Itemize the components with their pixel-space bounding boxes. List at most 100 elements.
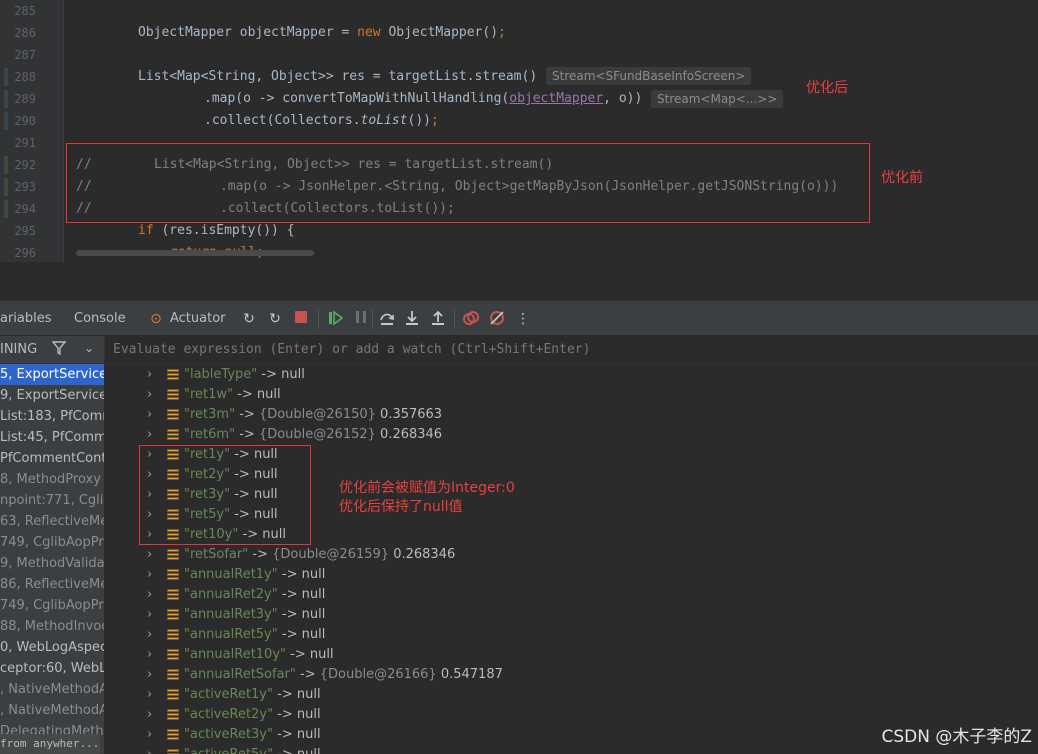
variable-value: 0.357663 — [380, 407, 443, 422]
chevron-right-icon[interactable]: › — [147, 665, 152, 685]
chevron-right-icon[interactable]: › — [147, 705, 152, 725]
stack-frame[interactable]: List:45, PfComme — [0, 427, 104, 448]
chevron-right-icon[interactable]: › — [147, 605, 152, 625]
stack-frame[interactable]: 9, ExportServiceI — [0, 385, 104, 406]
tab-console[interactable]: Console — [74, 301, 126, 337]
view-breakpoints-icon[interactable] — [462, 310, 480, 328]
map-entry-icon — [167, 689, 179, 702]
stack-frame[interactable]: ceptor:60, WebLo — [0, 658, 104, 679]
code-line[interactable]: 287 — [0, 44, 1038, 66]
chevron-right-icon[interactable]: › — [147, 745, 152, 754]
pause-icon[interactable] — [352, 310, 370, 328]
chevron-right-icon[interactable]: › — [147, 725, 152, 745]
code-line[interactable]: 290 .collect(Collectors.toList()); — [0, 110, 1038, 132]
code-line[interactable]: 285 — [0, 0, 1038, 22]
frames-list: 5, ExportServiceI 9, ExportServiceI List:1… — [0, 364, 105, 754]
step-out-icon[interactable] — [429, 310, 447, 328]
code-editor[interactable]: 285 286 ObjectMapper objectMapper = new Ob… — [0, 0, 1038, 262]
variable-type: {Double@26150} — [258, 407, 376, 422]
tab-variables[interactable]: ariables — [0, 301, 52, 337]
stack-frame[interactable]: PfCommentCont — [0, 448, 104, 469]
code-line[interactable]: 289 .map(o -> convertToMapWithNullHandlin… — [0, 88, 1038, 110]
csdn-watermark: CSDN @木子李的Z — [881, 727, 1032, 747]
code-line[interactable]: 288 List<Map<String, Object>> res = targe… — [0, 66, 1038, 88]
chevron-right-icon[interactable]: › — [147, 425, 152, 445]
variable-row[interactable]: › "annualRetSofar" -> {Double@26166} 0.54… — [105, 665, 1038, 685]
map-entry-icon — [167, 749, 179, 754]
variable-row[interactable]: › "annualRet1y" -> null — [105, 565, 1038, 585]
variable-row[interactable]: › "annualRet5y" -> null — [105, 625, 1038, 645]
variable-key: "ret3m" — [184, 407, 236, 422]
step-into-icon[interactable] — [403, 310, 421, 328]
variable-row[interactable]: › "activeRet1y" -> null — [105, 685, 1038, 705]
restart-debug-icon[interactable]: ↻ — [266, 310, 284, 328]
chevron-right-icon[interactable]: › — [147, 585, 152, 605]
variable-arrow: -> — [277, 707, 293, 722]
code-token: if — [138, 223, 162, 238]
variable-row[interactable]: › "annualRet2y" -> null — [105, 585, 1038, 605]
variable-arrow: -> — [237, 387, 253, 402]
stack-frame[interactable]: 5, ExportServiceI — [0, 364, 104, 385]
toolbar-separator — [454, 309, 455, 329]
variable-row[interactable]: › "annualRet10y" -> null — [105, 645, 1038, 665]
line-number: 287 — [14, 48, 36, 62]
variable-key: "activeRet2y" — [184, 707, 273, 722]
variable-row[interactable]: › "annualRet3y" -> null — [105, 605, 1038, 625]
code-line[interactable]: 295 if (res.isEmpty()) { — [0, 220, 1038, 242]
more-options-icon[interactable]: ⋮ — [514, 310, 532, 328]
variable-text: "activeRet1y" -> null — [184, 685, 321, 705]
step-over-icon[interactable] — [378, 310, 396, 328]
variable-value: null — [309, 647, 334, 662]
toolbar-separator — [318, 309, 319, 329]
stack-frame[interactable]: List:183, PfComm — [0, 406, 104, 427]
horizontal-scrollbar[interactable] — [76, 250, 314, 256]
map-entry-icon — [167, 729, 179, 742]
map-entry-icon — [167, 429, 179, 442]
code-token: ; — [431, 113, 439, 128]
chevron-right-icon[interactable]: › — [147, 685, 152, 705]
variable-value: 0.547187 — [440, 667, 503, 682]
variable-row[interactable]: › "ret3m" -> {Double@26150} 0.357663 — [105, 405, 1038, 425]
chevron-right-icon[interactable]: › — [147, 405, 152, 425]
variable-row[interactable]: › "ret1w" -> null — [105, 385, 1038, 405]
variable-row[interactable]: › "lableType" -> null — [105, 365, 1038, 385]
chevron-down-icon[interactable]: ⌄ — [84, 341, 94, 355]
stack-frame[interactable]: 63, ReflectiveMe — [0, 511, 104, 532]
filter-icon[interactable] — [51, 340, 68, 358]
resume-icon[interactable] — [326, 310, 344, 328]
variable-arrow: -> — [281, 567, 298, 582]
variable-row[interactable]: › "retSofar" -> {Double@26159} 0.268346 — [105, 545, 1038, 565]
tab-actuator[interactable]: Actuator — [170, 301, 226, 337]
chevron-right-icon[interactable]: › — [147, 645, 152, 665]
thread-label[interactable]: INING — [0, 342, 37, 357]
variable-text: "annualRetSofar" -> {Double@26166} 0.547… — [184, 665, 503, 685]
variable-arrow: -> — [281, 627, 298, 642]
stack-frame[interactable]: 8, MethodProxy ( — [0, 469, 104, 490]
variable-arrow: -> — [277, 747, 293, 754]
stack-frame[interactable]: 749, CglibAopPro — [0, 532, 104, 553]
variable-row[interactable]: › "ret6m" -> {Double@26152} 0.268346 — [105, 425, 1038, 445]
mute-breakpoints-icon[interactable] — [488, 310, 506, 328]
code-line[interactable]: 286 ObjectMapper objectMapper = new Objec… — [0, 22, 1038, 44]
stack-frame[interactable]: 749, CglibAopPro — [0, 595, 104, 616]
stack-frame[interactable]: 86, ReflectiveMe — [0, 574, 104, 595]
chevron-right-icon[interactable]: › — [147, 385, 152, 405]
stack-frame[interactable]: 88, MethodInvoca — [0, 616, 104, 637]
stop-icon[interactable] — [292, 310, 310, 328]
chevron-right-icon[interactable]: › — [147, 565, 152, 585]
variable-text: "ret1w" -> null — [184, 385, 281, 405]
evaluate-expression-input[interactable]: Evaluate expression (Enter) or add a wat… — [105, 336, 1038, 364]
chevron-right-icon[interactable]: › — [147, 545, 152, 565]
frames-footer[interactable]: from anywher... — [0, 734, 100, 754]
chevron-right-icon[interactable]: › — [147, 625, 152, 645]
stack-frame[interactable]: 0, WebLogAspec — [0, 637, 104, 658]
stack-frame[interactable]: 9, MethodValidati — [0, 553, 104, 574]
variable-key: "activeRet5y" — [184, 747, 273, 754]
stack-frame[interactable]: , NativeMethodA — [0, 679, 104, 700]
variable-text: "lableType" -> null — [184, 365, 305, 385]
frames-header: INING ⌄ — [0, 336, 105, 364]
stack-frame[interactable]: , NativeMethodA — [0, 700, 104, 721]
rerun-icon[interactable]: ↻ — [240, 310, 258, 328]
chevron-right-icon[interactable]: › — [147, 365, 152, 385]
stack-frame[interactable]: npoint:771, CglibA — [0, 490, 104, 511]
